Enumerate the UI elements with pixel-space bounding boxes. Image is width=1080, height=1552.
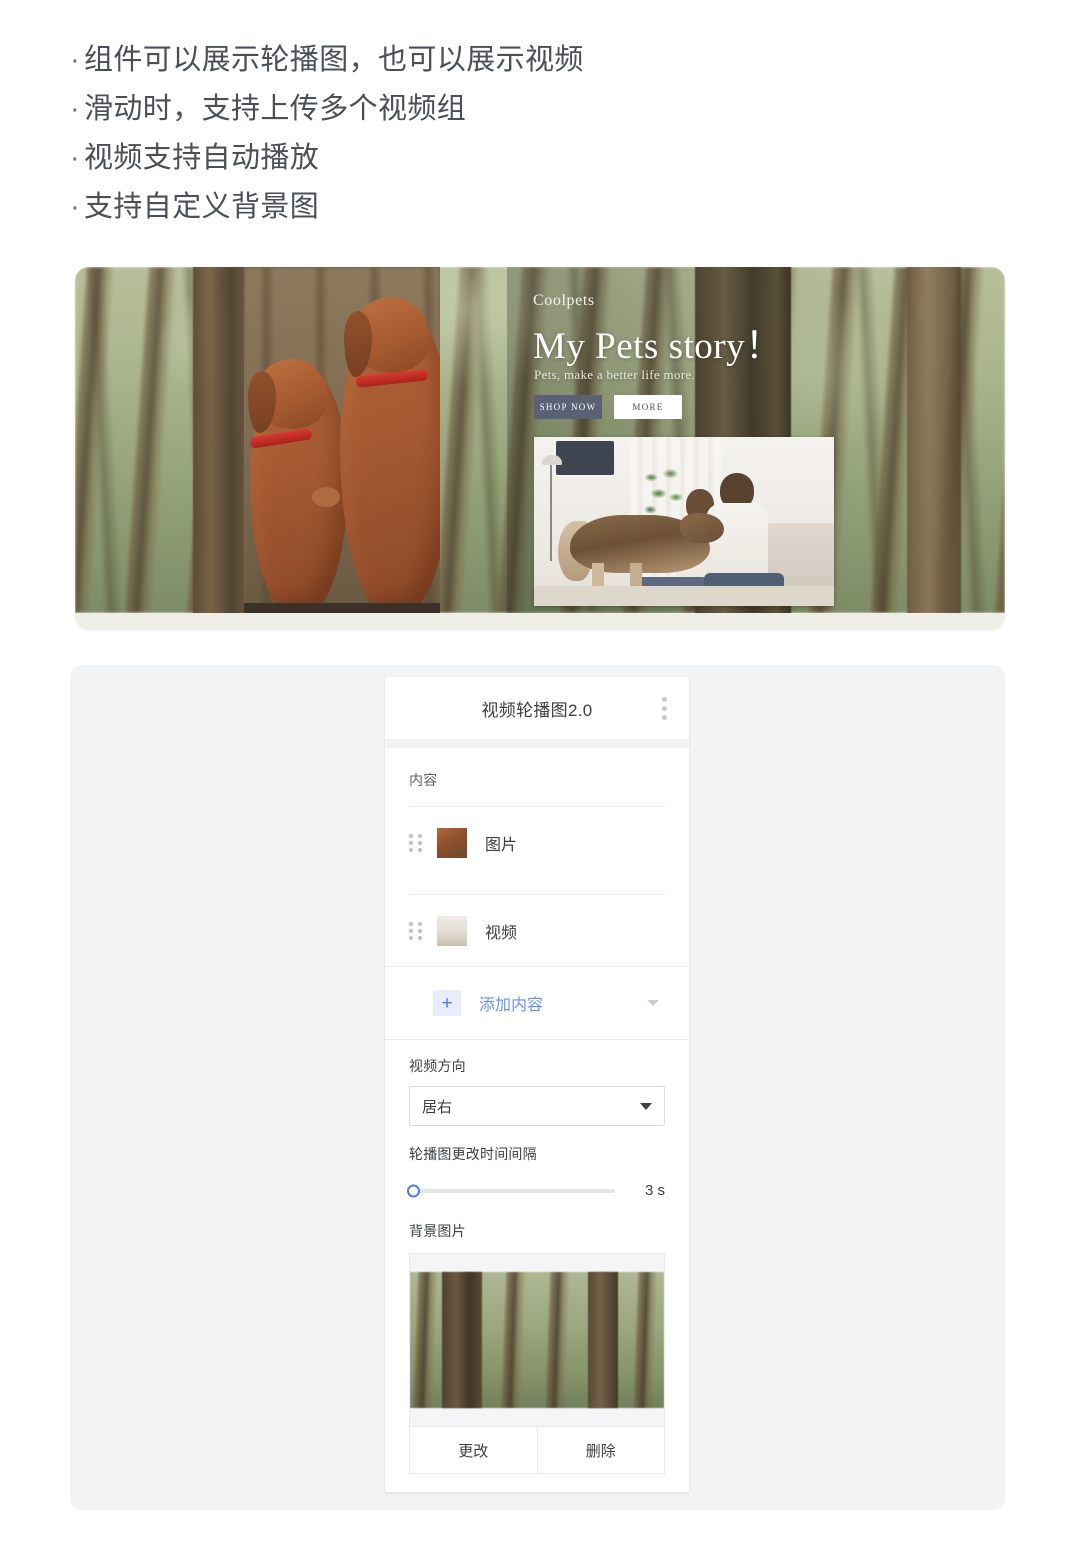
handle-dot xyxy=(418,928,422,933)
bullet-marker-icon: · xyxy=(70,191,81,223)
bullet-marker-icon: · xyxy=(70,93,81,125)
plus-glyph: + xyxy=(441,992,453,1014)
feature-notes-list: · 组件可以展示轮播图，也可以展示视频 · 滑动时，支持上传多个视频组 · 视频支持自… xyxy=(70,36,970,232)
promo-button-group: SHOP NOW MORE xyxy=(534,395,682,419)
add-content-button[interactable]: + 添加内容 xyxy=(385,967,689,1039)
editor-title: 视频轮播图2.0 xyxy=(481,700,593,720)
component-editor-card: 视频轮播图2.0 内容 图片 视频 + 添加内容 视频方向 居右 轮播图更改时间… xyxy=(385,677,689,1492)
kebab-dot xyxy=(661,705,667,711)
note-line-2: · 滑动时，支持上传多个视频组 xyxy=(70,85,970,134)
note-line-1: · 组件可以展示轮播图，也可以展示视频 xyxy=(70,36,970,85)
promo-headline: My Pets story！ xyxy=(533,326,783,367)
editor-header-separator xyxy=(385,739,689,748)
change-image-button[interactable]: 更改 xyxy=(410,1427,537,1473)
interval-slider-thumb[interactable] xyxy=(407,1184,420,1197)
handle-dot xyxy=(418,921,422,926)
video-direction-field: 视频方向 居右 xyxy=(385,1040,689,1126)
handle-dot xyxy=(409,840,413,845)
add-content-label: 添加内容 xyxy=(479,997,544,1014)
handle-dot xyxy=(418,840,422,845)
drag-handle-icon[interactable] xyxy=(409,833,423,853)
dog-puppy-muzzle xyxy=(312,487,340,507)
banner-bottom-strip xyxy=(75,613,1005,629)
editor-header: 视频轮播图2.0 xyxy=(385,677,689,739)
handle-dot xyxy=(409,921,413,926)
editor-body: 内容 图片 视频 + 添加内容 视频方向 居右 轮播图更改时间间隔 3 s 背景… xyxy=(385,748,689,1492)
carousel-banner-preview: Coolpets My Pets story！ Pets, make a bet… xyxy=(75,267,1005,629)
handle-dot xyxy=(409,847,413,852)
video-wall-tv xyxy=(556,441,614,475)
note-text-2: 滑动时，支持上传多个视频组 xyxy=(84,93,467,125)
handle-dot xyxy=(409,928,413,933)
video-direction-value: 居右 xyxy=(422,1098,453,1116)
bullet-marker-icon: · xyxy=(70,142,81,174)
more-button[interactable]: MORE xyxy=(614,395,682,419)
list-item-image[interactable]: 图片 xyxy=(385,807,689,878)
image-thumbnail-picture xyxy=(437,827,467,858)
background-image-preview[interactable] xyxy=(409,1253,665,1426)
video-thumbnail xyxy=(437,915,467,946)
video-direction-select[interactable]: 居右 xyxy=(409,1086,665,1126)
promo-subtitle: Pets, make a better life more. xyxy=(534,367,695,382)
content-section-label: 内容 xyxy=(409,772,438,788)
kebab-dot xyxy=(661,696,667,702)
handle-dot xyxy=(418,833,422,838)
kebab-menu-icon[interactable] xyxy=(655,695,673,721)
image-thumbnail xyxy=(437,827,467,858)
shop-now-button[interactable]: SHOP NOW xyxy=(534,395,602,419)
list-item-label: 图片 xyxy=(485,836,518,854)
list-item-video[interactable]: 视频 xyxy=(385,895,689,966)
video-direction-label: 视频方向 xyxy=(409,1058,466,1074)
video-floor-rug xyxy=(534,586,834,606)
dogs-photo-ledge xyxy=(244,603,440,613)
list-item-label: 视频 xyxy=(485,924,518,942)
preview-trunk-left xyxy=(442,1272,482,1408)
preview-trunk-right xyxy=(588,1272,618,1408)
delete-image-button[interactable]: 删除 xyxy=(536,1427,664,1473)
note-text-4: 支持自定义背景图 xyxy=(84,191,320,223)
background-image-label: 背景图片 xyxy=(409,1223,466,1239)
handle-dot xyxy=(409,935,413,940)
video-floor-lamp-stem xyxy=(550,465,552,561)
note-text-1: 组件可以展示轮播图，也可以展示视频 xyxy=(84,44,584,76)
bullet-marker-icon: · xyxy=(70,44,81,76)
interval-field: 轮播图更改时间间隔 xyxy=(385,1126,689,1164)
interval-value: 3 s xyxy=(644,1182,665,1199)
kebab-dot xyxy=(661,714,667,720)
background-image-field: 背景图片 更改 删除 xyxy=(385,1199,689,1474)
interval-slider-row: 3 s xyxy=(385,1164,689,1199)
promo-video-thumbnail[interactable] xyxy=(534,437,834,606)
video-floor-lamp-shade xyxy=(542,455,562,465)
editor-footer-padding xyxy=(385,1474,689,1490)
drag-handle-icon[interactable] xyxy=(409,921,423,941)
carousel-slide-promo: Coolpets My Pets story！ Pets, make a bet… xyxy=(507,267,1005,613)
chevron-down-icon[interactable] xyxy=(647,1000,659,1006)
banner-photo-area: Coolpets My Pets story！ Pets, make a bet… xyxy=(75,267,1005,613)
interval-label: 轮播图更改时间间隔 xyxy=(409,1146,537,1162)
dropdown-caret-icon xyxy=(640,1102,652,1110)
video-dog-head xyxy=(680,513,724,543)
note-text-3: 视频支持自动播放 xyxy=(84,142,320,174)
handle-dot xyxy=(418,935,422,940)
carousel-slide-dogs-photo xyxy=(244,267,440,613)
note-line-3: · 视频支持自动播放 xyxy=(70,134,970,183)
promo-brand-name: Coolpets xyxy=(533,292,595,309)
handle-dot xyxy=(418,847,422,852)
handle-dot xyxy=(409,833,413,838)
background-image-actions: 更改 删除 xyxy=(409,1426,665,1474)
video-thumbnail-picture xyxy=(437,915,467,946)
interval-slider[interactable] xyxy=(407,1184,615,1197)
plus-icon[interactable]: + xyxy=(433,990,461,1016)
note-line-4: · 支持自定义背景图 xyxy=(70,183,970,232)
